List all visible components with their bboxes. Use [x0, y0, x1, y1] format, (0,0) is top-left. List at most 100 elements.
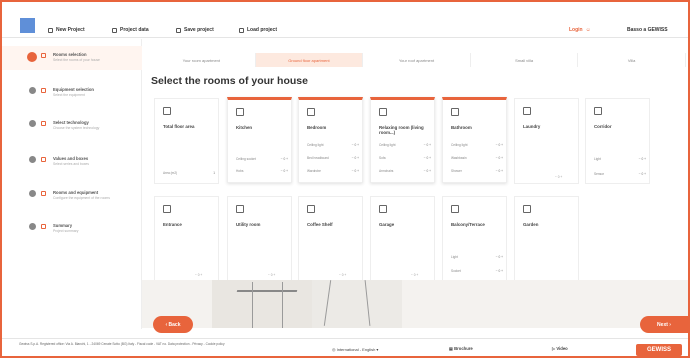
quantity-stepper[interactable]: − 0 +: [411, 273, 418, 277]
quantity-stepper[interactable]: − 0 +: [195, 273, 202, 277]
app-logo[interactable]: [20, 18, 35, 33]
quantity-stepper[interactable]: − 0 +: [424, 156, 431, 160]
step-indicator-icon: [29, 120, 36, 127]
language-select[interactable]: ◎ International - English ▾: [332, 347, 378, 352]
footer-legal-text: Gewiss S.p.A. Registered office: Via A. …: [19, 342, 225, 346]
step-icon: [41, 53, 46, 58]
back-button[interactable]: ‹ Back: [153, 316, 193, 333]
step-icon: [41, 157, 46, 162]
next-button[interactable]: Next ›: [640, 316, 688, 333]
balcony-icon: [451, 205, 459, 213]
quantity-stepper[interactable]: − 0 +: [496, 156, 503, 160]
room-card-corridor[interactable]: Corridor Light − 0 + Sensor − 0 +: [585, 98, 650, 184]
save-icon: [176, 27, 181, 33]
quantity-stepper[interactable]: − 0 +: [424, 143, 431, 147]
quantity-stepper[interactable]: − 0 +: [424, 169, 431, 173]
video-button[interactable]: ▷ Video: [552, 346, 568, 351]
table-leg-image: [282, 282, 283, 328]
table-leg-image: [252, 282, 253, 328]
step-subtitle: Select the rooms of your house: [53, 58, 100, 62]
bed-icon: [307, 108, 315, 116]
quantity-stepper[interactable]: − 0 +: [352, 156, 359, 160]
step-rooms-selection[interactable]: Rooms selection Select the rooms of your…: [2, 46, 142, 70]
step-subtitle: Project summary: [53, 229, 79, 233]
photo-panel: [212, 280, 317, 328]
room-card-kitchen[interactable]: Kitchen Ceiling socket − 0 + Hobs − 0 +: [227, 97, 292, 183]
sofa-icon: [379, 108, 387, 116]
project-data-button[interactable]: Project data: [112, 27, 149, 33]
room-card-utility-room[interactable]: Utility room − 0 +: [227, 196, 292, 282]
step-icon: [41, 88, 46, 93]
step-title: Equipment selection: [53, 87, 94, 92]
quantity-stepper[interactable]: − 0 +: [496, 255, 503, 259]
step-title: Summary: [53, 223, 73, 228]
lamp-icon: [594, 107, 602, 115]
login-link[interactable]: Login ☺: [569, 27, 591, 33]
steps-sidebar: Rooms selection Select the rooms of your…: [2, 39, 142, 329]
step-indicator-icon: [29, 87, 36, 94]
tab-ground-floor-apartment[interactable]: Ground floor apartment: [255, 53, 364, 67]
tab-room-apartment[interactable]: Your room apartment: [148, 53, 256, 67]
room-card-coffee-shelf[interactable]: Coffee Shelf − 0 +: [298, 196, 363, 282]
user-menu[interactable]: Basso a GEWISS: [627, 27, 668, 33]
quantity-stepper[interactable]: − 0 +: [281, 169, 288, 173]
step-values-and-boxes[interactable]: Values and boxes Select series and boxes: [2, 150, 142, 174]
apartment-type-tabs: Your room apartment Ground floor apartme…: [148, 53, 686, 67]
step-subtitle: Choose the system technology: [53, 126, 100, 130]
step-summary[interactable]: Summary Project summary: [2, 217, 142, 241]
save-project-button[interactable]: Save project: [176, 27, 214, 33]
tab-small-villa[interactable]: Small villa: [471, 53, 579, 67]
file-icon: [48, 27, 53, 33]
door-icon: [163, 205, 171, 213]
folder-icon: [239, 27, 244, 33]
step-equipment-selection[interactable]: Equipment selection Select the equipment: [2, 81, 142, 105]
step-subtitle: Select series and boxes: [53, 162, 89, 166]
washing-machine-icon: [523, 107, 531, 115]
room-card-total-floor-area[interactable]: Total floor area Area (m2) 1: [154, 98, 219, 184]
quantity-stepper[interactable]: − 0 +: [496, 269, 503, 273]
new-project-button[interactable]: New Project: [48, 27, 85, 33]
room-card-relaxing-room[interactable]: Relaxing room (living room...) Ceiling l…: [370, 97, 435, 183]
tab-roof-apartment[interactable]: Your roof apartment: [363, 53, 471, 67]
step-title: Rooms selection: [53, 52, 87, 57]
room-card-entrance[interactable]: Entrance − 0 +: [154, 196, 219, 282]
tab-villa[interactable]: Villa: [578, 53, 686, 67]
step-select-technology[interactable]: Select technology Choose the system tech…: [2, 114, 142, 138]
quantity-stepper[interactable]: − 0 +: [496, 169, 503, 173]
cube-icon: [163, 107, 171, 115]
quantity-stepper[interactable]: − 0 +: [281, 157, 288, 161]
quantity-stepper[interactable]: − 0 +: [555, 175, 562, 179]
brochure-button[interactable]: ▤ Brochure: [449, 346, 473, 351]
load-project-button[interactable]: Load project: [239, 27, 277, 33]
kitchen-icon: [236, 108, 244, 116]
step-title: Select technology: [53, 120, 89, 125]
step-subtitle: Configure the equipment of the rooms: [53, 196, 110, 200]
quantity-stepper[interactable]: − 0 +: [339, 273, 346, 277]
room-card-bathroom[interactable]: Bathroom Ceiling light − 0 + Washbasin − 0…: [442, 97, 507, 183]
step-rooms-and-equipment[interactable]: Rooms and equipment Configure the equipm…: [2, 184, 142, 210]
background-photo: [142, 280, 688, 328]
room-card-garden[interactable]: Garden: [514, 196, 579, 282]
car-icon: [379, 205, 387, 213]
step-subtitle: Select the equipment: [53, 93, 85, 97]
room-card-laundry[interactable]: Laundry − 0 +: [514, 98, 579, 184]
quantity-stepper[interactable]: − 0 +: [352, 169, 359, 173]
step-indicator-icon: [27, 52, 37, 62]
area-input[interactable]: 1: [213, 171, 215, 175]
quantity-stepper[interactable]: − 0 +: [268, 273, 275, 277]
quantity-stepper[interactable]: − 0 +: [352, 143, 359, 147]
user-icon: ☺: [585, 27, 591, 33]
page-title: Select the rooms of your house: [151, 75, 308, 87]
top-toolbar: New Project Project data Save project Lo…: [2, 2, 688, 38]
room-card-bedroom[interactable]: Bedroom Ceiling light − 0 + Bed headboard…: [298, 97, 363, 183]
room-card-garage[interactable]: Garage − 0 +: [370, 196, 435, 282]
quantity-stepper[interactable]: − 0 +: [639, 157, 646, 161]
step-indicator-icon: [29, 223, 36, 230]
cabinet-icon: [236, 205, 244, 213]
bathtub-icon: [451, 108, 459, 116]
quantity-stepper[interactable]: − 0 +: [496, 143, 503, 147]
shelf-icon: [307, 205, 315, 213]
step-icon: [41, 191, 46, 196]
quantity-stepper[interactable]: − 0 +: [639, 172, 646, 176]
room-card-balcony-terrace[interactable]: Balcony/Terrace Light − 0 + Socket − 0 +: [442, 196, 507, 282]
